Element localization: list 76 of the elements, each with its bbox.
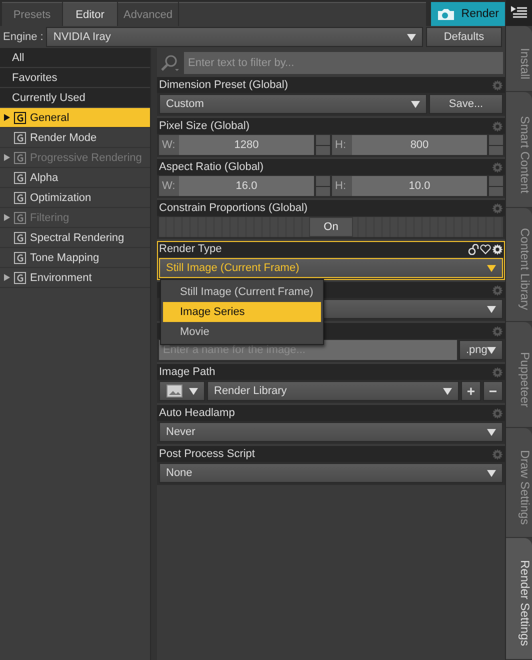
group-icon bbox=[14, 132, 26, 144]
group-icon bbox=[14, 232, 26, 244]
expand-arrow-icon[interactable] bbox=[4, 114, 10, 121]
dropdown[interactable]: Never bbox=[159, 422, 503, 442]
group-icon bbox=[14, 212, 26, 224]
group-icon bbox=[14, 252, 26, 264]
sidebar-item[interactable]: Optimization bbox=[0, 188, 150, 208]
field-prefix: W: bbox=[159, 135, 179, 155]
engine-dropdown[interactable]: NVIDIA Iray bbox=[46, 27, 423, 47]
toggle-button[interactable]: On bbox=[309, 217, 353, 237]
defaults-button[interactable]: Defaults bbox=[426, 27, 502, 47]
dropdown-arrow-icon bbox=[487, 264, 496, 272]
dropdown-arrow-icon bbox=[411, 100, 420, 108]
sidebar-item[interactable]: All bbox=[0, 48, 150, 68]
dropdown[interactable]: None bbox=[159, 463, 503, 483]
side-tab[interactable]: Content Library bbox=[506, 208, 532, 322]
dropdown-arrow-icon bbox=[487, 428, 496, 436]
property-label: Aspect Ratio (Global) bbox=[159, 161, 264, 173]
dropdown-arrow-icon bbox=[407, 34, 416, 40]
sidebar-item[interactable]: Currently Used bbox=[0, 88, 150, 108]
property-label: Post Process Script bbox=[159, 448, 255, 460]
property-label: Auto Headlamp bbox=[159, 407, 235, 419]
dropdown[interactable]: Custom bbox=[159, 94, 427, 114]
side-tab[interactable]: Smart Content bbox=[506, 92, 532, 208]
group-icon bbox=[14, 272, 26, 284]
sidebar-item[interactable]: Favorites bbox=[0, 68, 150, 88]
property-label: Render Type bbox=[159, 243, 222, 255]
expand-arrow-icon[interactable] bbox=[4, 274, 10, 281]
dropdown-arrow-icon bbox=[487, 346, 496, 354]
dropdown-arrow-icon bbox=[443, 388, 452, 394]
group-icon bbox=[14, 152, 26, 164]
search-icon[interactable] bbox=[159, 52, 181, 72]
tab[interactable]: Editor bbox=[63, 2, 117, 26]
group-icon bbox=[14, 112, 26, 124]
field-prefix: W: bbox=[159, 176, 179, 196]
menu-item[interactable]: Still Image (Current Frame) bbox=[163, 282, 321, 302]
dropdown[interactable]: Render Library bbox=[207, 381, 459, 401]
extension-dropdown[interactable]: .png bbox=[459, 340, 503, 360]
side-tab[interactable]: Render Settings bbox=[506, 538, 532, 660]
render-button[interactable]: Render bbox=[431, 2, 505, 26]
dropdown-arrow-icon bbox=[487, 306, 496, 312]
side-tab[interactable]: Draw Settings bbox=[506, 428, 532, 538]
path-button[interactable]: + bbox=[461, 381, 481, 401]
sidebar-item[interactable]: Render Mode bbox=[0, 128, 150, 148]
save-button[interactable]: Save... bbox=[429, 94, 503, 114]
heart-icon bbox=[480, 244, 491, 254]
sidebar-item[interactable]: Alpha bbox=[0, 168, 150, 188]
engine-label: Engine : bbox=[3, 31, 44, 43]
dropdown-arrow-icon bbox=[189, 388, 198, 394]
sidebar-item[interactable]: Spectral Rendering bbox=[0, 228, 150, 248]
side-tab[interactable]: Install bbox=[506, 26, 532, 92]
sidebar-item[interactable]: Tone Mapping bbox=[0, 248, 150, 268]
filter-field[interactable]: Enter text to filter by... bbox=[184, 52, 503, 74]
tab[interactable]: Presets bbox=[2, 2, 62, 26]
lock-icon bbox=[468, 244, 479, 254]
dropdown[interactable]: Still Image (Current Frame) bbox=[159, 258, 503, 278]
group-icon bbox=[14, 172, 26, 184]
field-prefix: H: bbox=[332, 176, 352, 196]
picture-frame-icon bbox=[166, 384, 184, 398]
menu-icon[interactable] bbox=[511, 6, 527, 20]
sidebar-item[interactable]: General bbox=[0, 108, 150, 128]
camera-icon bbox=[437, 8, 456, 20]
tab[interactable]: Advanced bbox=[118, 2, 178, 26]
property-label: Image Path bbox=[159, 366, 216, 378]
property-label: Pixel Size (Global) bbox=[159, 120, 250, 132]
sidebar-item[interactable]: Environment bbox=[0, 268, 150, 288]
dropdown-arrow-icon bbox=[487, 470, 496, 476]
side-tab[interactable]: Puppeteer bbox=[506, 322, 532, 428]
field-prefix: H: bbox=[332, 135, 352, 155]
property-label: Constrain Proportions (Global) bbox=[159, 202, 308, 214]
image-picker-button[interactable] bbox=[159, 381, 205, 401]
path-button[interactable]: − bbox=[483, 381, 503, 401]
menu-item[interactable]: Image Series bbox=[163, 302, 321, 322]
property-label: Dimension Preset (Global) bbox=[159, 79, 288, 91]
menu-item[interactable]: Movie bbox=[163, 322, 321, 342]
group-icon bbox=[14, 192, 26, 204]
